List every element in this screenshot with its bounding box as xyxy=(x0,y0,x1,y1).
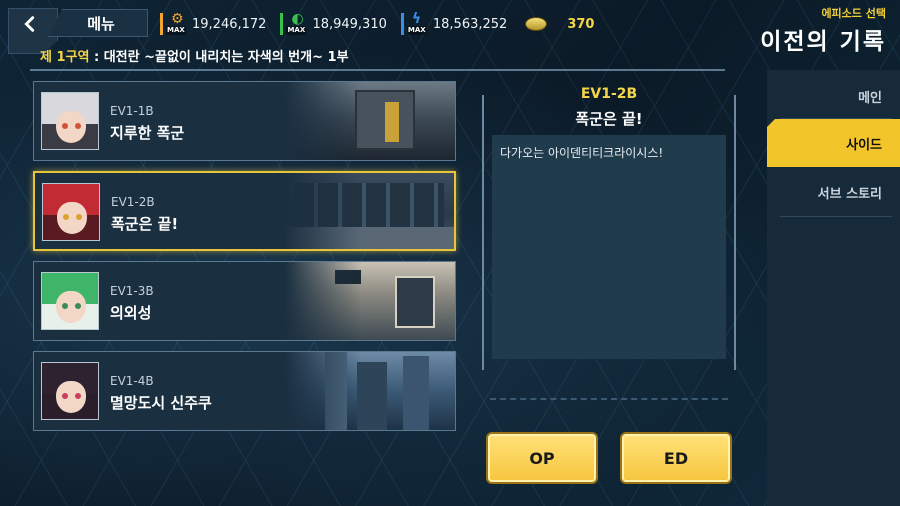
tab-side[interactable]: 사이드 xyxy=(767,119,900,167)
currency-gear-value: 19,246,172 xyxy=(192,16,267,32)
currency-gear: ⚙ MAX 19,246,172 xyxy=(160,11,267,35)
tab-sub-story[interactable]: 서브 스토리 xyxy=(767,168,900,216)
episode-name: 의외성 xyxy=(110,304,152,322)
episode-item-4[interactable]: EV1-4B 멸망도시 신주쿠 xyxy=(33,351,456,431)
ed-button[interactable]: ED xyxy=(620,432,732,484)
title-area: 에피소드 선택 이전의 기록 xyxy=(760,5,886,56)
tab-divider xyxy=(780,216,892,217)
currency-blue: ϟ MAX 18,563,252 xyxy=(400,11,508,35)
currency-green: ◐ MAX 18,949,310 xyxy=(280,11,387,35)
gear-resource-icon: ⚙ MAX xyxy=(160,11,186,35)
episode-list: EV1-1B 지루한 폭군 EV1-2B 폭군은 끝! EV1-3B 의외성 E… xyxy=(33,81,456,441)
tab-main[interactable]: 메인 xyxy=(767,72,900,120)
detail-description-box xyxy=(492,135,726,359)
currency-green-value: 18,949,310 xyxy=(312,16,387,32)
stage-tag: 제 1구역 xyxy=(40,50,90,65)
stage-divider xyxy=(30,69,725,71)
avatar xyxy=(42,183,100,241)
episode-name: 지루한 폭군 xyxy=(110,124,185,142)
currency-blue-value: 18,563,252 xyxy=(432,16,508,32)
stage-text: : 대전란 ~끝없이 내리치는 자색의 번개~ 1부 xyxy=(89,50,349,65)
episode-name: 멸망도시 신주쿠 xyxy=(110,394,212,412)
episode-thumbnail xyxy=(284,173,454,249)
coin-icon xyxy=(525,17,548,31)
episode-code: EV1-3B xyxy=(110,284,154,298)
detail-description: 다가오는 아이덴티티크라이시스! xyxy=(500,146,664,160)
chevron-left-icon xyxy=(24,16,35,32)
page-subtitle: 에피소드 선택 xyxy=(821,7,886,20)
episode-item-2[interactable]: EV1-2B 폭군은 끝! xyxy=(33,171,456,251)
detail-episode-code: EV1-2B xyxy=(580,86,638,102)
episode-code: EV1-4B xyxy=(110,374,154,388)
episode-thumbnail xyxy=(285,352,455,430)
episode-item-1[interactable]: EV1-1B 지루한 폭군 xyxy=(33,81,456,161)
coin-value: 370 xyxy=(567,16,595,32)
stage-title: 제 1구역 : 대전란 ~끝없이 내리치는 자색의 번개~ 1부 xyxy=(40,46,349,65)
menu-button[interactable]: 메뉴 xyxy=(48,9,148,37)
page-title: 이전의 기록 xyxy=(760,29,886,55)
episode-item-3[interactable]: EV1-3B 의외성 xyxy=(33,261,456,341)
episode-code: EV1-1B xyxy=(110,104,154,118)
tab-divider xyxy=(780,118,892,119)
op-button[interactable]: OP xyxy=(486,432,598,484)
episode-name: 폭군은 끝! xyxy=(111,215,179,233)
avatar xyxy=(41,272,99,330)
blue-resource-icon: ϟ MAX xyxy=(400,11,427,35)
green-resource-icon: ◐ MAX xyxy=(280,11,307,35)
episode-code: EV1-2B xyxy=(111,195,155,209)
detail-episode-name: 폭군은 끝! xyxy=(575,110,643,128)
avatar xyxy=(41,92,99,150)
avatar xyxy=(41,362,99,420)
episode-thumbnail xyxy=(285,262,455,340)
episode-thumbnail xyxy=(285,82,455,160)
detail-divider xyxy=(490,398,728,400)
currency-bar: ⚙ MAX 19,246,172 ◐ MAX 18,949,310 ϟ MAX … xyxy=(160,11,595,35)
